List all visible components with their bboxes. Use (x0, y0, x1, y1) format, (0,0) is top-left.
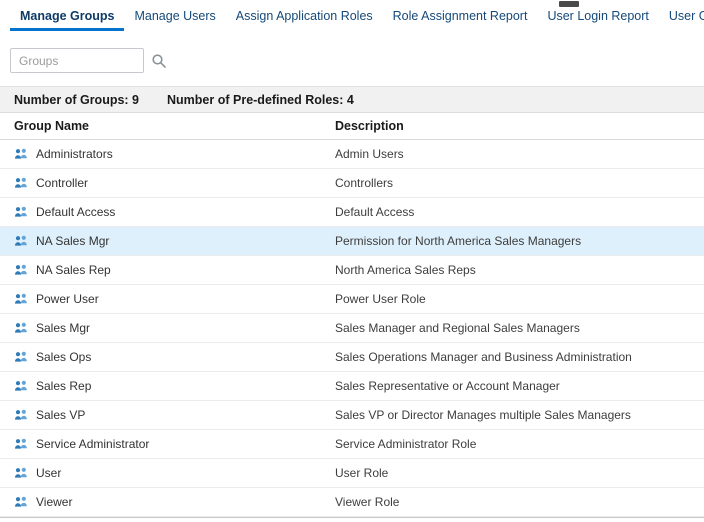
cursor-artifact (559, 1, 579, 7)
group-description: Default Access (335, 205, 415, 219)
group-description: Sales Operations Manager and Business Ad… (335, 350, 632, 364)
group-name: Sales Mgr (36, 321, 91, 335)
table-row[interactable]: Viewer Viewer Role (0, 488, 704, 517)
magnifier-icon (151, 53, 167, 69)
table-row[interactable]: Power User Power User Role (0, 285, 704, 314)
tab-user-group-report[interactable]: User Group Report (659, 7, 704, 31)
table-row[interactable]: Service Administrator Service Administra… (0, 430, 704, 459)
group-description: Viewer Role (335, 495, 400, 509)
group-name: Administrators (36, 147, 113, 161)
bottom-divider (0, 517, 704, 518)
group-name: Controller (36, 176, 89, 190)
group-icon (14, 263, 28, 277)
predefined-roles-count: Number of Pre-defined Roles: 4 (167, 92, 354, 107)
table-row[interactable]: NA Sales Mgr Permission for North Americ… (0, 227, 704, 256)
group-icon (14, 408, 28, 422)
column-header-group-name[interactable]: Group Name (0, 119, 335, 133)
group-icon (14, 176, 28, 190)
group-name: Sales Rep (36, 379, 92, 393)
group-name: Sales Ops (36, 350, 92, 364)
group-name: Service Administrator (36, 437, 150, 451)
group-name: NA Sales Rep (36, 263, 111, 277)
group-description: User Role (335, 466, 389, 480)
table-row[interactable]: Default Access Default Access (0, 198, 704, 227)
table-row[interactable]: Sales Rep Sales Representative or Accoun… (0, 372, 704, 401)
group-name: Sales VP (36, 408, 86, 422)
search-button[interactable] (149, 51, 169, 71)
group-description: Sales VP or Director Manages multiple Sa… (335, 408, 631, 422)
table-row[interactable]: Sales VP Sales VP or Director Manages mu… (0, 401, 704, 430)
groups-table: Administrators Admin Users Controller Co… (0, 140, 704, 517)
group-icon (14, 292, 28, 306)
tab-manage-users[interactable]: Manage Users (124, 7, 225, 31)
group-description: Permission for North America Sales Manag… (335, 234, 582, 248)
group-description: Power User Role (335, 292, 426, 306)
group-description: Admin Users (335, 147, 404, 161)
group-icon (14, 321, 28, 335)
groups-count: Number of Groups: 9 (14, 92, 140, 107)
search-input[interactable] (10, 48, 144, 73)
group-icon (14, 147, 28, 161)
group-icon (14, 350, 28, 364)
table-row[interactable]: Sales Mgr Sales Manager and Regional Sal… (0, 314, 704, 343)
group-description: Service Administrator Role (335, 437, 477, 451)
group-name: User (36, 466, 62, 480)
table-row[interactable]: User User Role (0, 459, 704, 488)
group-description: Sales Representative or Account Manager (335, 379, 560, 393)
group-name: Viewer (36, 495, 73, 509)
group-description: Sales Manager and Regional Sales Manager… (335, 321, 580, 335)
tab-assign-application-roles[interactable]: Assign Application Roles (226, 7, 383, 31)
tab-user-login-report[interactable]: User Login Report (537, 7, 658, 31)
search-row (0, 31, 704, 86)
group-icon (14, 205, 28, 219)
table-row[interactable]: Sales Ops Sales Operations Manager and B… (0, 343, 704, 372)
table-header: Group Name Description (0, 113, 704, 140)
group-description: North America Sales Reps (335, 263, 476, 277)
group-name: Power User (36, 292, 99, 306)
group-icon (14, 466, 28, 480)
group-name: NA Sales Mgr (36, 234, 110, 248)
group-name: Default Access (36, 205, 116, 219)
group-icon (14, 379, 28, 393)
column-header-description[interactable]: Description (335, 119, 704, 133)
table-row[interactable]: NA Sales Rep North America Sales Reps (0, 256, 704, 285)
table-row[interactable]: Controller Controllers (0, 169, 704, 198)
group-icon (14, 495, 28, 509)
tab-manage-groups[interactable]: Manage Groups (10, 7, 125, 31)
table-row[interactable]: Administrators Admin Users (0, 140, 704, 169)
group-description: Controllers (335, 176, 394, 190)
group-icon (14, 437, 28, 451)
tab-role-assignment-report[interactable]: Role Assignment Report (383, 7, 538, 31)
group-icon (14, 234, 28, 248)
tab-bar: Manage Groups Manage Users Assign Applicat… (0, 0, 704, 31)
summary-bar: Number of Groups: 9 Number of Pre-define… (0, 86, 704, 113)
